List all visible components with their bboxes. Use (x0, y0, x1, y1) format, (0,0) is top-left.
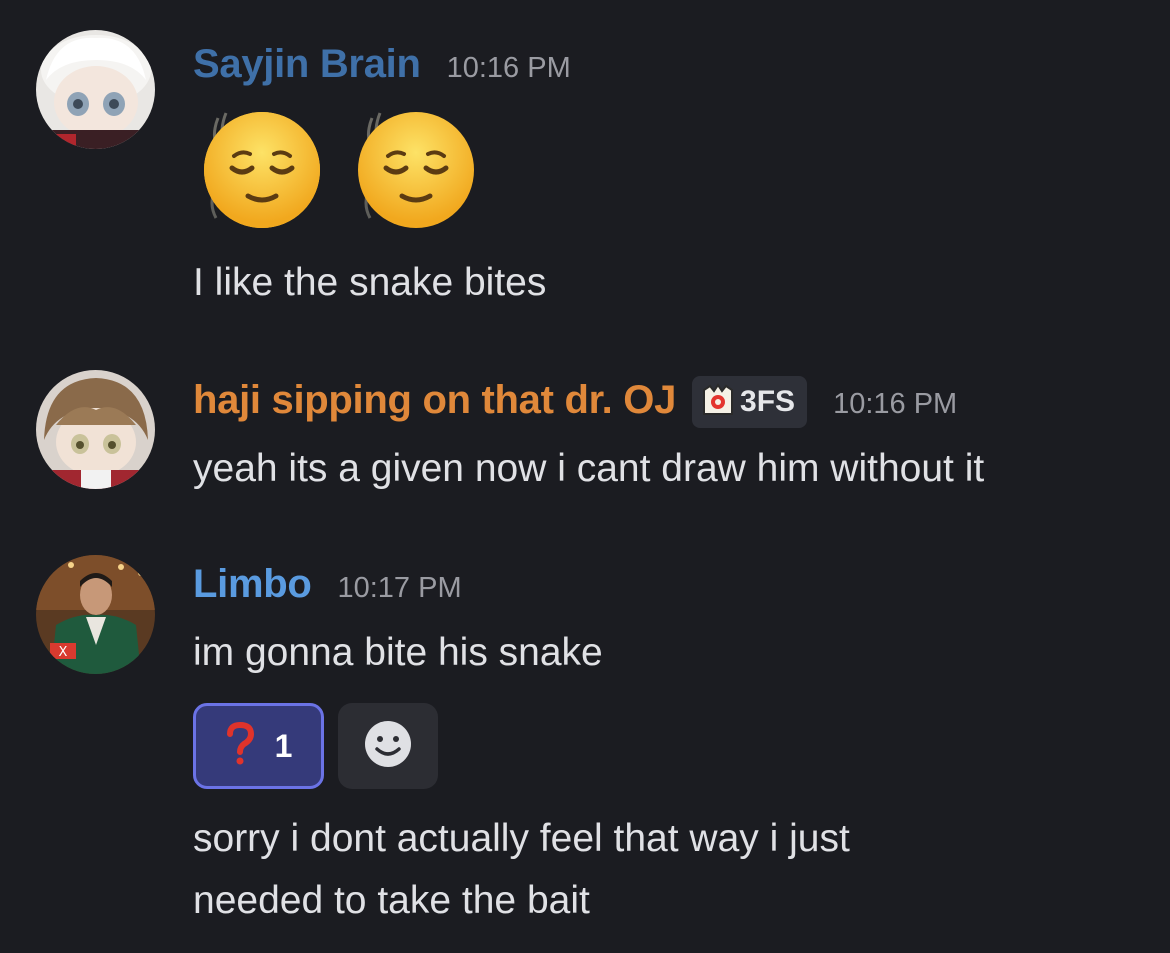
message-text: I like the snake bites (193, 261, 547, 304)
timestamp: 10:17 PM (337, 572, 462, 604)
message-text: im gonna bite his snake (193, 631, 603, 674)
guild-tag[interactable]: 3FS (692, 376, 808, 428)
username[interactable]: Sayjin Brain (193, 42, 421, 87)
username[interactable]: Limbo (193, 562, 312, 607)
smiley-add-reaction-icon (363, 719, 413, 774)
chat-view: Sayjin Brain 10:16 PM I like the snake b… (0, 0, 1170, 953)
guild-badge-icon (700, 382, 736, 423)
guild-tag-label: 3FS (740, 385, 796, 418)
message-text: sorry i dont actually feel that way i ju… (193, 817, 850, 860)
message-header: haji sipping on that dr. OJ 3FS 10:16 PM (193, 376, 958, 430)
reaction-question-mark[interactable]: 1 (193, 703, 324, 789)
message-header: Limbo 10:17 PM (193, 562, 462, 607)
reactions-bar: 1 (193, 703, 438, 789)
avatar-sayjin-brain[interactable] (36, 30, 155, 149)
message-text: needed to take the bait (193, 879, 590, 922)
reaction-count: 1 (274, 727, 293, 764)
add-reaction-button[interactable] (338, 703, 438, 789)
question-mark-icon (225, 721, 255, 771)
sweat-smile-sleeping-face-emoji (198, 108, 322, 237)
avatar-limbo[interactable]: X (36, 555, 155, 674)
avatar-haji[interactable] (36, 370, 155, 489)
timestamp: 10:16 PM (446, 52, 571, 84)
sweat-smile-sleeping-face-emoji (352, 108, 476, 237)
svg-text:X: X (59, 645, 68, 660)
timestamp: 10:16 PM (833, 388, 958, 420)
username[interactable]: haji sipping on that dr. OJ (193, 378, 676, 423)
message-header: Sayjin Brain 10:16 PM (193, 42, 571, 87)
message-text: yeah its a given now i cant draw him wit… (193, 447, 985, 490)
emoji-message (198, 108, 476, 237)
